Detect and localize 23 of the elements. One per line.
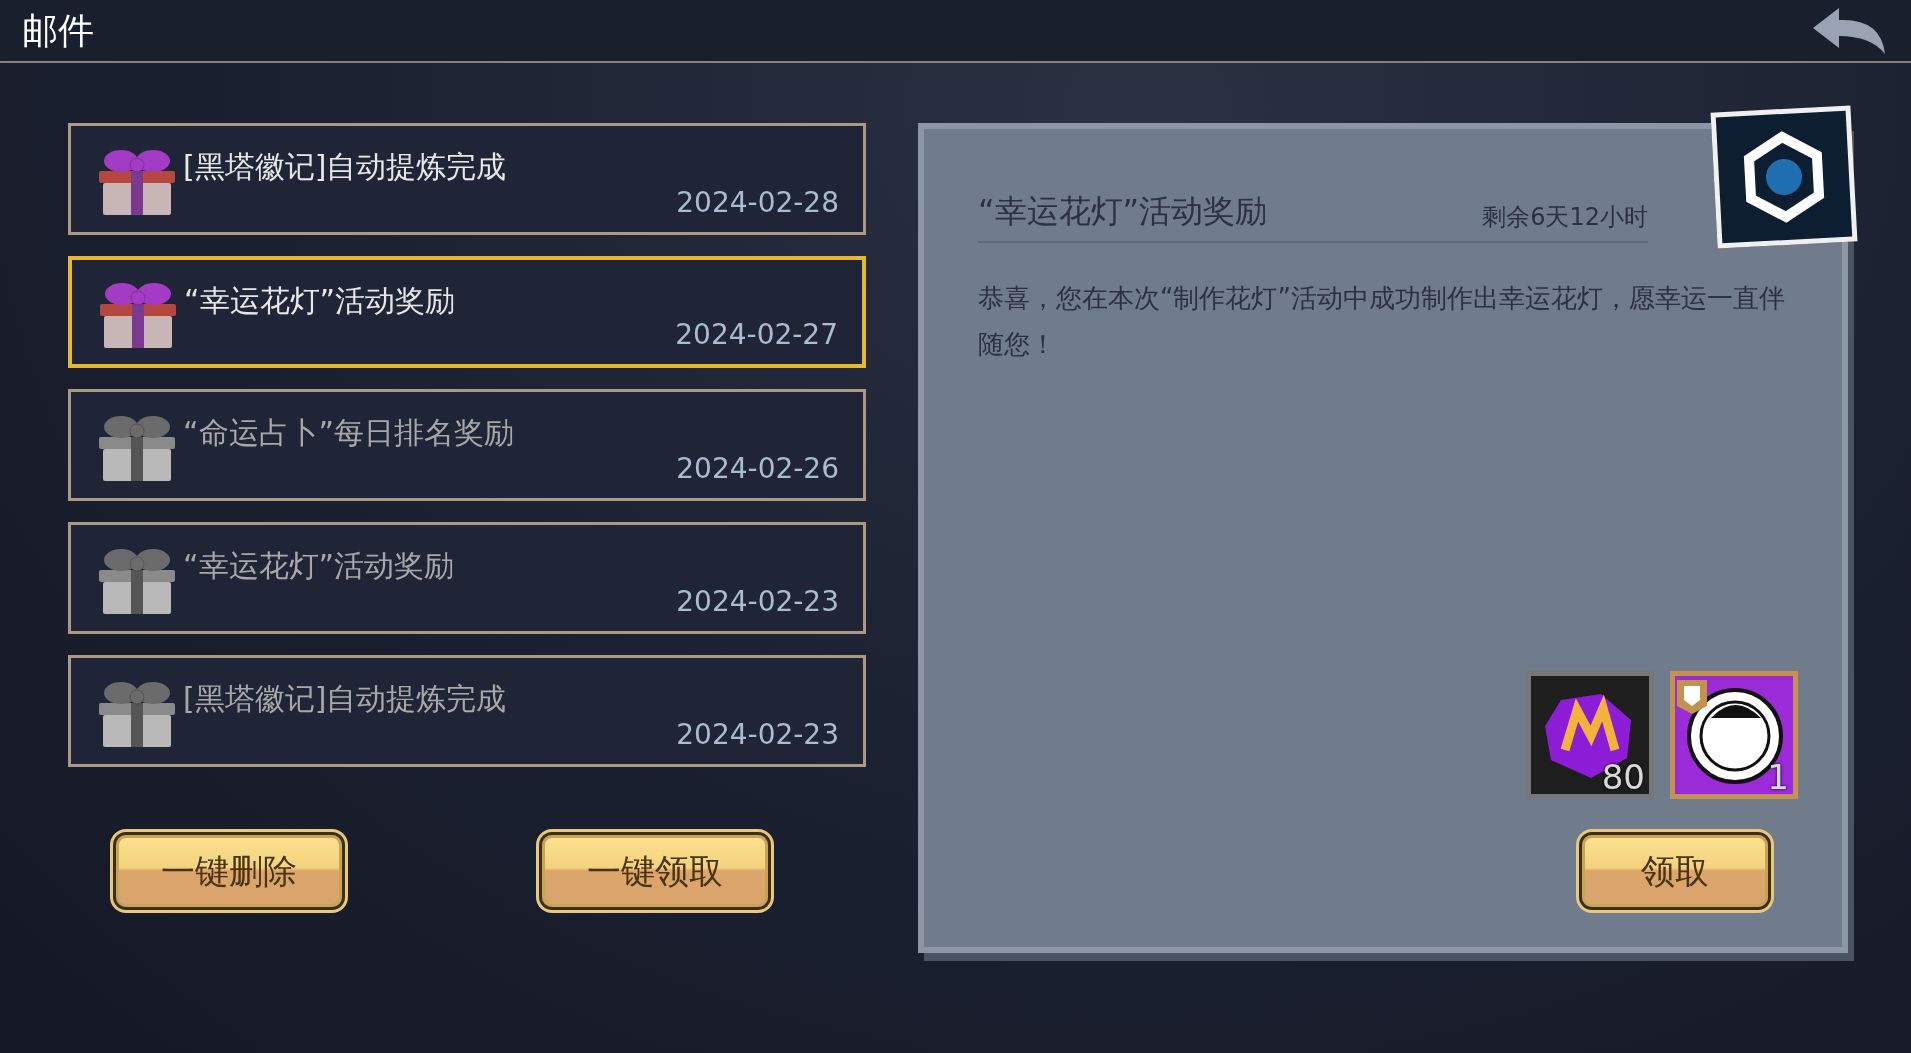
mail-item[interactable]: “幸运花灯”活动奖励 2024-02-27 — [68, 256, 866, 368]
reward-item[interactable]: 80 — [1526, 671, 1654, 799]
mail-date: 2024-02-28 — [676, 185, 839, 221]
mail-date: 2024-02-23 — [676, 584, 839, 620]
mail-title: [黑塔徽记]自动提炼完成 — [183, 680, 507, 718]
mail-date: 2024-02-23 — [676, 717, 839, 753]
mail-title: [黑塔徽记]自动提炼完成 — [183, 148, 507, 186]
mail-title: “命运占卜”每日排名奖励 — [183, 414, 515, 452]
reward-count: 1 — [1767, 760, 1789, 794]
page-title: 邮件 — [22, 8, 94, 53]
mail-item[interactable]: [黑塔徽记]自动提炼完成 2024-02-23 — [68, 655, 866, 767]
mail-title: “幸运花灯”活动奖励 — [183, 547, 455, 585]
remaining-time: 剩余6天12小时 — [1482, 202, 1648, 233]
mail-title: “幸运花灯”活动奖励 — [184, 282, 456, 320]
mail-item[interactable]: “命运占卜”每日排名奖励 2024-02-26 — [68, 389, 866, 501]
mail-item[interactable]: [黑塔徽记]自动提炼完成 2024-02-28 — [68, 123, 866, 235]
reward-count: 80 — [1601, 760, 1645, 794]
mail-body-text: 恭喜，您在本次“制作花灯”活动中成功制作出幸运花灯，愿幸运一直伴随您！ — [978, 282, 1786, 361]
reward-item[interactable]: 1 — [1670, 671, 1798, 799]
mail-item[interactable]: “幸运花灯”活动奖励 2024-02-23 — [68, 522, 866, 634]
mail-date: 2024-02-26 — [676, 451, 839, 487]
mail-date: 2024-02-27 — [675, 317, 838, 353]
mail-detail-title: “幸运花灯”活动奖励 — [978, 191, 1268, 232]
